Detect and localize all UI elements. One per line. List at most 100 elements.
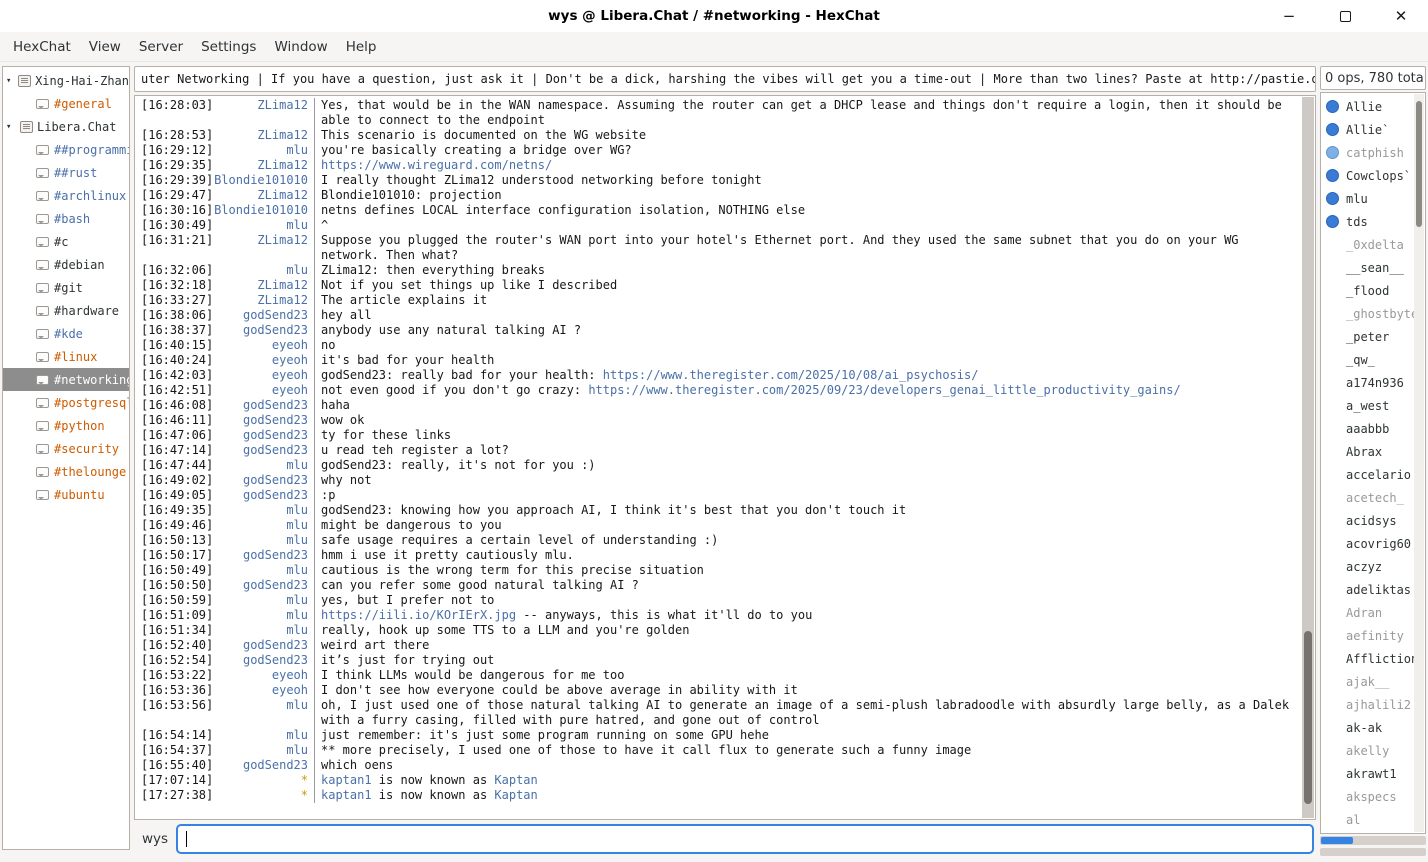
close-icon[interactable]: ✕ [1388,3,1414,29]
user-list-item[interactable]: acidsys [1321,509,1425,532]
expander-icon[interactable]: ▾ [6,122,16,132]
maximize-icon[interactable] [1332,3,1358,29]
user-list-item[interactable]: _ghostbyte [1321,302,1425,325]
message-link[interactable]: https://www.theregister.com/2025/09/23/d… [588,383,1180,397]
user-list-item[interactable]: _flood [1321,279,1425,302]
message-nick: godSend23 [211,443,308,458]
user-list-item[interactable]: akelly [1321,739,1425,762]
user-list-item[interactable]: _qw_ [1321,348,1425,371]
rename-star: * [211,773,308,788]
menu-item-help[interactable]: Help [337,35,386,59]
menu-item-view[interactable]: View [80,35,130,59]
tree-channel-rust[interactable]: ##rust [3,161,129,184]
user-list-item[interactable]: acovrig60 [1321,532,1425,555]
user-list-item[interactable]: accelario [1321,463,1425,486]
channel-label: #general [54,97,112,111]
message-nick: mlu [211,533,308,548]
user-list-item[interactable]: __sean__ [1321,256,1425,279]
user-list-item[interactable]: ajhalili2 [1321,693,1425,716]
user-list-item[interactable]: al [1321,808,1425,831]
tree-server-libera.chat[interactable]: ▾Libera.Chat [3,115,129,138]
tree-channel-linux[interactable]: #linux [3,345,129,368]
userlist-hscrollbar-thumb[interactable] [1321,837,1353,844]
user-list-item[interactable]: Adran [1321,601,1425,624]
user-nick: acidsys [1346,514,1397,528]
user-list-item[interactable]: mlu [1321,187,1425,210]
message-timestamp: [16:53:36] [135,683,211,698]
tree-channel-programming[interactable]: ##programming [3,138,129,161]
tree-channel-kde[interactable]: #kde [3,322,129,345]
userlist-hscrollbar-track2[interactable] [1320,848,1426,856]
message-input[interactable] [176,824,1314,854]
tree-channel-security[interactable]: #security [3,437,129,460]
tree-channel-bash[interactable]: #bash [3,207,129,230]
user-list-item[interactable]: aaabbb [1321,417,1425,440]
input-bar: wys [134,820,1316,856]
user-list-item[interactable]: _peter [1321,325,1425,348]
message-link[interactable]: https://www.wireguard.com/netns/ [321,158,552,172]
minimize-icon[interactable]: − [1276,3,1302,29]
user-list-item[interactable]: aefinity [1321,624,1425,647]
channel-icon [36,467,49,477]
user-nick: _ghostbyte [1346,307,1418,321]
tree-channel-python[interactable]: #python [3,414,129,437]
userlist-hscrollbar[interactable] [1320,836,1426,845]
user-list-item[interactable]: Allie` [1321,118,1425,141]
tree-channel-archlinux[interactable]: #archlinux [3,184,129,207]
chat-message: [16:50:50]godSend23can you refer some go… [135,578,1301,593]
user-list-item[interactable]: a174n936 [1321,371,1425,394]
tree-server-xing-hai-zhan[interactable]: ▾Xing-Hai-Zhan [3,69,129,92]
user-list-item[interactable]: ajak__ [1321,670,1425,693]
message-nick: godSend23 [211,308,308,323]
message-nick: mlu [211,503,308,518]
menu-item-window[interactable]: Window [265,35,336,59]
chat-message: [16:32:18]ZLima12Not if you set things u… [135,278,1301,293]
chat-scrollbar[interactable] [1302,97,1314,818]
tree-channel-c[interactable]: #c [3,230,129,253]
message-link[interactable]: https://iili.io/KOrIErX.jpg [321,608,516,622]
userlist-scrollbar[interactable] [1414,94,1424,832]
user-list-item[interactable]: catphish [1321,141,1425,164]
user-list-item[interactable]: aczyz [1321,555,1425,578]
nick-separator [308,623,315,638]
user-list-item[interactable]: Affliction [1321,647,1425,670]
tree-channel-ubuntu[interactable]: #ubuntu [3,483,129,506]
user-nick: al [1346,813,1360,827]
tree-channel-hardware[interactable]: #hardware [3,299,129,322]
user-list-item[interactable]: adeliktas [1321,578,1425,601]
user-list-item[interactable]: Abrax [1321,440,1425,463]
tree-channel-postgresql[interactable]: #postgresql [3,391,129,414]
new-nick: Kaptan [494,788,537,802]
user-list-item[interactable]: akspecs [1321,785,1425,808]
user-list-item[interactable]: acetech_ [1321,486,1425,509]
menu-item-settings[interactable]: Settings [192,35,265,59]
user-list-item[interactable]: akrawt1 [1321,762,1425,785]
user-list-item[interactable]: tds [1321,210,1425,233]
tree-channel-networking[interactable]: #networking [3,368,129,391]
topic-bar[interactable]: uter Networking | If you have a question… [134,66,1316,92]
nick-button[interactable]: wys [142,831,168,847]
nick-separator [308,308,315,323]
user-list-item[interactable]: _0xdelta [1321,233,1425,256]
message-nick: eyeoh [211,683,308,698]
expander-icon[interactable]: ▾ [6,76,14,86]
menu-item-server[interactable]: Server [130,35,192,59]
channel-icon [36,352,49,362]
userlist-scrollbar-thumb[interactable] [1416,101,1422,226]
user-list-item[interactable]: Cowclops` [1321,164,1425,187]
tree-channel-general[interactable]: #general [3,92,129,115]
message-timestamp: [17:07:14] [135,773,211,788]
tree-channel-thelounge[interactable]: #thelounge [3,460,129,483]
nick-separator [308,143,315,158]
tree-channel-debian[interactable]: #debian [3,253,129,276]
tree-channel-git[interactable]: #git [3,276,129,299]
user-list-item[interactable]: ak-ak [1321,716,1425,739]
channel-icon [36,444,49,454]
nick-separator [308,443,315,458]
user-list-item[interactable]: a_west [1321,394,1425,417]
chat-scrollbar-thumb[interactable] [1304,631,1312,804]
user-list-item[interactable]: Allie [1321,95,1425,118]
menu-item-hexchat[interactable]: HexChat [4,35,80,59]
chat-messages: [16:28:03]ZLima12Yes, that would be in t… [135,98,1301,803]
message-link[interactable]: https://www.theregister.com/2025/10/08/a… [603,368,979,382]
